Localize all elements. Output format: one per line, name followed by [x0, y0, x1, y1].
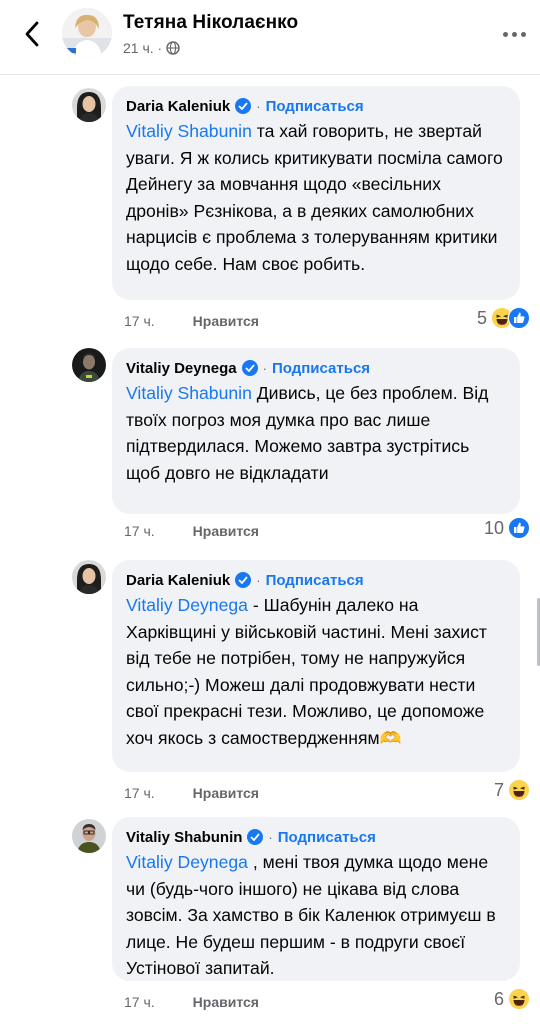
- comment-bubble: Vitaliy Shabunin · Подписаться Vitaliy D…: [112, 817, 520, 981]
- mention-link[interactable]: Vitaliy Shabunin: [126, 383, 252, 403]
- verified-badge-icon: [247, 829, 264, 845]
- post-header: Тетяна Ніколаєнко 21 ч. ·: [0, 0, 540, 70]
- comment-text: Vitaliy Shabunin Дивись, це без проблем.…: [126, 380, 506, 486]
- reaction-count: 10: [483, 517, 504, 538]
- comment-text: Vitaliy Shabunin та хай говорить, не зве…: [126, 118, 506, 278]
- like-button[interactable]: Нравится: [193, 785, 259, 801]
- divider: [0, 74, 540, 75]
- post-author-name[interactable]: Тетяна Ніколаєнко: [123, 12, 298, 34]
- comment-avatar[interactable]: [72, 819, 106, 853]
- globe-icon: [166, 41, 180, 55]
- comment-text: Vitaliy Deynega - Шабунін далеко на Харк…: [126, 592, 506, 752]
- comment-bubble: Daria Kaleniuk · Подписаться Vitaliy Sha…: [112, 86, 520, 300]
- comment-time[interactable]: 17 ч.: [124, 785, 155, 801]
- subscribe-button[interactable]: Подписаться: [266, 572, 364, 589]
- haha-reaction-icon: [508, 988, 530, 1010]
- comment-bubble: Vitaliy Deynega · Подписаться Vitaliy Sh…: [112, 348, 520, 514]
- comment-actions: 17 ч. Нравится: [124, 523, 259, 539]
- subscribe-button[interactable]: Подписаться: [278, 829, 376, 846]
- more-dots-icon: [502, 31, 508, 37]
- comment-actions: 17 ч. Нравится: [124, 994, 259, 1010]
- more-options-button[interactable]: [496, 18, 532, 50]
- comment-body: та хай говорить, не звертай уваги. Я ж к…: [126, 121, 503, 274]
- comment-author[interactable]: Daria Kaleniuk: [126, 98, 230, 115]
- reaction-summary[interactable]: 6: [494, 988, 530, 1010]
- back-button[interactable]: [14, 14, 50, 54]
- reaction-summary[interactable]: 5: [477, 307, 530, 329]
- author-avatar[interactable]: [62, 8, 112, 58]
- like-button[interactable]: Нравится: [193, 523, 259, 539]
- like-reaction-icon: [508, 307, 530, 329]
- comment-body: - Шабунін далеко на Харківщині у військо…: [126, 595, 487, 748]
- reaction-count: 6: [493, 988, 504, 1009]
- comment-avatar[interactable]: [72, 88, 106, 122]
- verified-badge-icon: [235, 572, 252, 588]
- like-button[interactable]: Нравится: [193, 313, 259, 329]
- verified-badge-icon: [235, 98, 252, 114]
- post-meta: 21 ч. ·: [123, 40, 180, 56]
- comment-time[interactable]: 17 ч.: [124, 523, 155, 539]
- post-time: 21 ч.: [123, 40, 154, 56]
- mention-link[interactable]: Vitaliy Deynega: [126, 852, 248, 872]
- chevron-left-icon: [25, 21, 39, 47]
- subscribe-button[interactable]: Подписаться: [272, 360, 370, 377]
- reaction-summary[interactable]: 10: [484, 517, 530, 539]
- reaction-summary[interactable]: 7: [494, 779, 530, 801]
- verified-badge-icon: [241, 360, 258, 376]
- comment-author[interactable]: Vitaliy Deynega: [126, 360, 237, 377]
- haha-reaction-icon: [508, 779, 530, 801]
- comment-bubble: Daria Kaleniuk · Подписаться Vitaliy Dey…: [112, 560, 520, 772]
- comment-time[interactable]: 17 ч.: [124, 994, 155, 1010]
- mention-link[interactable]: Vitaliy Shabunin: [126, 121, 252, 141]
- reaction-count: 5: [476, 307, 487, 328]
- comment-author[interactable]: Vitaliy Shabunin: [126, 829, 242, 846]
- comment-avatar[interactable]: [72, 560, 106, 594]
- like-button[interactable]: Нравится: [193, 994, 259, 1010]
- reaction-count: 7: [493, 779, 504, 800]
- comment-time[interactable]: 17 ч.: [124, 313, 155, 329]
- comment-author[interactable]: Daria Kaleniuk: [126, 572, 230, 589]
- comment-actions: 17 ч. Нравится: [124, 785, 259, 801]
- comment-actions: 17 ч. Нравится: [124, 313, 259, 329]
- mention-link[interactable]: Vitaliy Deynega: [126, 595, 248, 615]
- like-reaction-icon: [508, 517, 530, 539]
- comment-text: Vitaliy Deynega , мені твоя думка щодо м…: [126, 849, 506, 982]
- subscribe-button[interactable]: Подписаться: [266, 98, 364, 115]
- comment-avatar[interactable]: [72, 348, 106, 382]
